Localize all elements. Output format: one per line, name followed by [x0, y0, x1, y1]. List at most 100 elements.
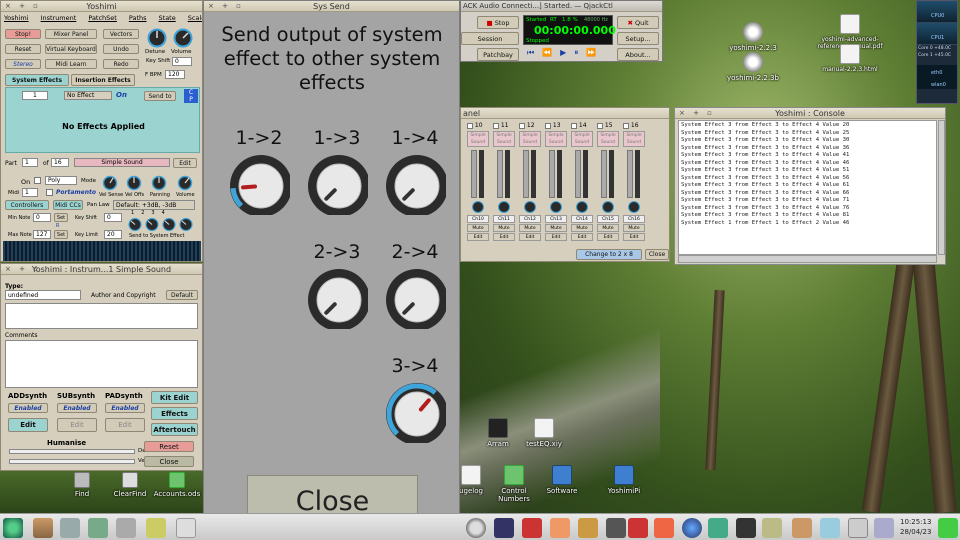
console-log[interactable]: System Effect 3 from Effect 3 to Effect … [678, 120, 937, 255]
poly-select[interactable]: Poly [45, 176, 77, 185]
window-controls[interactable]: × + ▫ [208, 1, 244, 12]
instrument-reset-button[interactable]: Reset [144, 441, 194, 452]
channel-pan-knob[interactable] [576, 201, 588, 213]
subsynth-edit-button[interactable]: Edit [57, 418, 97, 432]
part-edit-button[interactable]: Edit [173, 158, 197, 168]
stereo-button[interactable]: Stereo [5, 59, 41, 69]
virtual-keyboard-button[interactable]: Virtual Keyboard [45, 44, 97, 54]
desktop-icon-yoshimipi[interactable]: YoshimiPi [602, 465, 646, 495]
knob-dial[interactable] [384, 381, 448, 445]
tab-system-effects[interactable]: System Effects [5, 74, 69, 86]
desktop-icon-manual-html[interactable]: manual-2.2.3.html [810, 44, 890, 73]
channel-edit-button[interactable]: Edit [597, 233, 619, 241]
menu-scale[interactable]: Scale [188, 14, 202, 22]
channel-name[interactable]: Ch11 [493, 215, 515, 223]
reset-button[interactable]: Reset [5, 44, 41, 54]
author-field[interactable] [5, 303, 198, 329]
part-number-field[interactable]: 1 [22, 158, 38, 167]
channel-instrument-name[interactable]: Simple Sound [493, 131, 515, 147]
channel-name[interactable]: Ch16 [623, 215, 645, 223]
channel-pan-knob[interactable] [602, 201, 614, 213]
channel-name[interactable]: Ch14 [571, 215, 593, 223]
desktop-icon-accounts[interactable]: Accounts.ods [152, 472, 202, 498]
bpm-field[interactable]: 120 [165, 70, 185, 79]
qjack-stop-button[interactable]: ■ Stop [477, 16, 519, 29]
window-controls[interactable]: × + ▫ [5, 1, 41, 12]
padsynth-edit-button[interactable]: Edit [105, 418, 145, 432]
channel-instrument-name[interactable]: Simple Sound [597, 131, 619, 147]
channel-mute-button[interactable]: Mute [519, 224, 541, 232]
keyshift-field[interactable]: 0 [172, 57, 192, 66]
channel-pan-knob[interactable] [524, 201, 536, 213]
rewind-start-icon[interactable]: ⏮ [527, 48, 542, 57]
channel-edit-button[interactable]: Edit [519, 233, 541, 241]
addsynth-edit-button[interactable]: Edit [8, 418, 48, 432]
desktop-icon-arram[interactable]: Arram [478, 418, 518, 448]
tools-icon[interactable] [88, 518, 108, 538]
kit-edit-button[interactable]: Kit Edit [151, 391, 198, 404]
aftertouch-button[interactable]: Aftertouch [151, 423, 198, 436]
instrument-close-button[interactable]: Close [144, 456, 194, 467]
channel-fader[interactable] [575, 150, 581, 198]
knob-dial[interactable] [306, 153, 370, 217]
copy-button[interactable]: C [184, 89, 198, 96]
edit-icon[interactable] [874, 518, 894, 538]
padsynth-enabled-toggle[interactable]: Enabled [105, 403, 145, 413]
qjack-setup-button[interactable]: Setup... [617, 32, 659, 45]
pen-icon[interactable] [578, 518, 598, 538]
send-to-button[interactable]: Send to [144, 91, 176, 101]
channel-checkbox[interactable] [467, 122, 473, 129]
desktop-icon-yoshimi-b[interactable]: yoshimi-2.2.3b [725, 52, 781, 82]
channel-checkbox[interactable] [519, 122, 525, 129]
send-knob-2-to-4[interactable]: 2->4 [380, 241, 450, 331]
addsynth-enabled-toggle[interactable]: Enabled [8, 403, 48, 413]
forward-icon[interactable]: ⏩ [586, 48, 604, 57]
type-select[interactable]: undefined [5, 290, 81, 300]
controllers-button[interactable]: Controllers [5, 200, 49, 210]
knob-dial[interactable] [228, 153, 292, 217]
max-note-set-button[interactable]: Set [54, 230, 68, 239]
document-icon[interactable] [176, 518, 196, 538]
channel-instrument-name[interactable]: Simple Sound [571, 131, 593, 147]
min-note-set-button[interactable]: Set [54, 213, 68, 222]
vectors-button[interactable]: Vectors [103, 29, 139, 39]
send-knob-1-to-2[interactable]: 1->2 [224, 127, 294, 217]
portamento-checkbox[interactable] [46, 189, 53, 196]
headphones-icon[interactable] [494, 518, 514, 538]
midi-channel-field[interactable]: 1 [22, 188, 38, 197]
usb-icon[interactable] [762, 518, 782, 538]
reset-range-icon[interactable]: R [56, 223, 59, 229]
knob-dial[interactable] [306, 267, 370, 331]
channel-edit-button[interactable]: Edit [467, 233, 489, 241]
menu-instrument[interactable]: Instrument [41, 14, 77, 22]
send-system-knobs[interactable] [127, 217, 199, 232]
channel-edit-button[interactable]: Edit [623, 233, 645, 241]
channel-mute-button[interactable]: Mute [467, 224, 489, 232]
notes-icon[interactable] [820, 518, 840, 538]
qjack-patchbay-button[interactable]: Patchbay [477, 48, 519, 61]
mixer-panel-button[interactable]: Mixer Panel [45, 29, 97, 39]
part-count-field[interactable]: 16 [51, 158, 69, 167]
home-icon[interactable] [33, 518, 53, 538]
vivaldi-icon[interactable] [628, 518, 648, 538]
send-knob-1-to-4[interactable]: 1->4 [380, 127, 450, 217]
channel-fader[interactable] [497, 150, 503, 198]
channel-fader[interactable] [471, 150, 477, 198]
keyshift2-field[interactable]: 0 [104, 213, 122, 222]
tab-insertion-effects[interactable]: Insertion Effects [71, 74, 135, 86]
menu-state[interactable]: State [159, 14, 176, 22]
channel-edit-button[interactable]: Edit [571, 233, 593, 241]
menu-paths[interactable]: Paths [129, 14, 147, 22]
paste-button[interactable]: P [184, 96, 198, 103]
mixer-close-button[interactable]: Close [645, 249, 669, 260]
subsynth-enabled-toggle[interactable]: Enabled [57, 403, 97, 413]
channel-name[interactable]: Ch10 [467, 215, 489, 223]
channel-instrument-name[interactable]: Simple Sound [467, 131, 489, 147]
channel-pan-knob[interactable] [498, 201, 510, 213]
effect-type-select[interactable]: No Effect [64, 91, 112, 100]
menu-patchset[interactable]: PatchSet [88, 14, 117, 22]
midi-ccs-button[interactable]: Midi CCs [53, 200, 83, 210]
channel-mute-button[interactable]: Mute [545, 224, 567, 232]
comments-field[interactable] [5, 340, 198, 388]
mixer-icon[interactable] [606, 518, 626, 538]
